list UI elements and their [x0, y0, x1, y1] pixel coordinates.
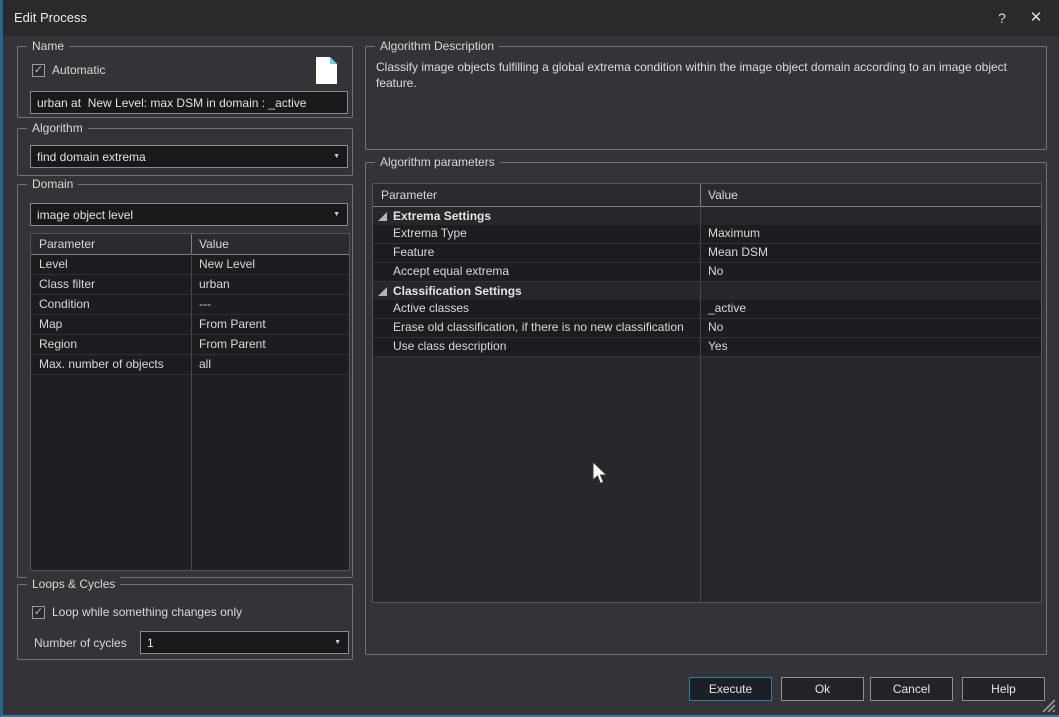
param-row[interactable]: Feature Mean DSM [373, 244, 1041, 263]
close-icon[interactable]: ✕ [1025, 8, 1047, 28]
chevron-down-icon: ▼ [333, 153, 340, 160]
titlebar[interactable]: Edit Process ? ✕ [3, 0, 1059, 36]
execute-button[interactable]: Execute [689, 677, 772, 701]
automatic-label: Automatic [52, 63, 105, 77]
new-document-icon[interactable] [315, 56, 338, 85]
name-group-label: Name [27, 39, 69, 53]
algorithm-select[interactable]: find domain extrema ▼ [30, 145, 348, 168]
table-row[interactable]: Class filter urban [31, 275, 349, 295]
cycles-label: Number of cycles [34, 636, 127, 650]
cycles-select[interactable]: 1 ▼ [140, 631, 349, 654]
cancel-button[interactable]: Cancel [870, 677, 953, 701]
column-divider [191, 234, 192, 254]
param-section-extrema[interactable]: Extrema Settings [373, 207, 1041, 225]
param-row[interactable]: Accept equal extrema No [373, 263, 1041, 282]
loops-group: Loops & Cycles ✓ Loop while something ch… [17, 584, 353, 660]
edit-process-dialog: Edit Process ? ✕ Name ✓ Automatic Algori… [0, 0, 1059, 717]
resize-grip[interactable] [1040, 699, 1055, 712]
column-divider [700, 206, 701, 602]
description-group-label: Algorithm Description [375, 39, 499, 53]
algorithm-group: Algorithm find domain extrema ▼ [17, 128, 353, 176]
process-name-input[interactable] [30, 91, 348, 114]
checkbox-icon: ✓ [32, 64, 45, 77]
params-header-value: Value [708, 184, 738, 206]
param-row[interactable]: Use class description Yes [373, 338, 1041, 357]
algorithm-group-label: Algorithm [27, 121, 88, 135]
cycles-value: 1 [147, 636, 154, 650]
domain-select[interactable]: image object level ▼ [30, 203, 348, 226]
loop-label: Loop while something changes only [52, 605, 242, 619]
ok-button[interactable]: Ok [781, 677, 864, 701]
chevron-down-icon: ▼ [334, 639, 341, 646]
domain-table-header: Parameter Value [31, 234, 349, 255]
algorithm-parameters-table: Parameter Value Extrema Settings Extrema… [372, 183, 1042, 603]
loop-checkbox[interactable]: ✓ Loop while something changes only [32, 605, 242, 619]
expander-icon[interactable] [378, 287, 387, 296]
dialog-title: Edit Process [14, 10, 87, 25]
help-button[interactable]: Help [962, 677, 1045, 701]
domain-group-label: Domain [27, 177, 78, 191]
description-group: Algorithm Description Classify image obj… [365, 46, 1047, 150]
parameters-group-label: Algorithm parameters [375, 155, 500, 169]
domain-selected-value: image object level [37, 208, 133, 222]
param-row[interactable]: Active classes _active [373, 300, 1041, 319]
chevron-down-icon: ▼ [333, 211, 340, 218]
automatic-checkbox[interactable]: ✓ Automatic [32, 63, 105, 77]
loops-group-label: Loops & Cycles [27, 577, 120, 591]
parameters-group: Algorithm parameters Parameter Value Ext… [365, 162, 1047, 655]
checkbox-icon: ✓ [32, 606, 45, 619]
domain-group: Domain image object level ▼ Parameter Va… [17, 184, 353, 578]
param-row[interactable]: Extrema Type Maximum [373, 225, 1041, 244]
help-icon[interactable]: ? [991, 8, 1013, 28]
table-row[interactable]: Region From Parent [31, 335, 349, 355]
param-row[interactable]: Erase old classification, if there is no… [373, 319, 1041, 338]
column-divider [191, 254, 192, 570]
table-row[interactable]: Map From Parent [31, 315, 349, 335]
algorithm-description-text: Classify image objects fulfilling a glob… [376, 59, 1034, 91]
column-divider [700, 184, 701, 206]
algorithm-selected-value: find domain extrema [37, 150, 146, 164]
domain-parameter-table: Parameter Value Level New Level Class fi… [30, 233, 350, 571]
table-row[interactable]: Condition --- [31, 295, 349, 315]
param-section-classification[interactable]: Classification Settings [373, 282, 1041, 300]
params-table-header: Parameter Value [373, 184, 1041, 207]
params-header-parameter: Parameter [381, 184, 437, 206]
domain-header-parameter: Parameter [39, 234, 95, 254]
table-row[interactable]: Level New Level [31, 255, 349, 275]
name-group: Name ✓ Automatic [17, 46, 353, 118]
table-row[interactable]: Max. number of objects all [31, 355, 349, 375]
expander-icon[interactable] [378, 212, 387, 221]
domain-header-value: Value [199, 234, 229, 254]
